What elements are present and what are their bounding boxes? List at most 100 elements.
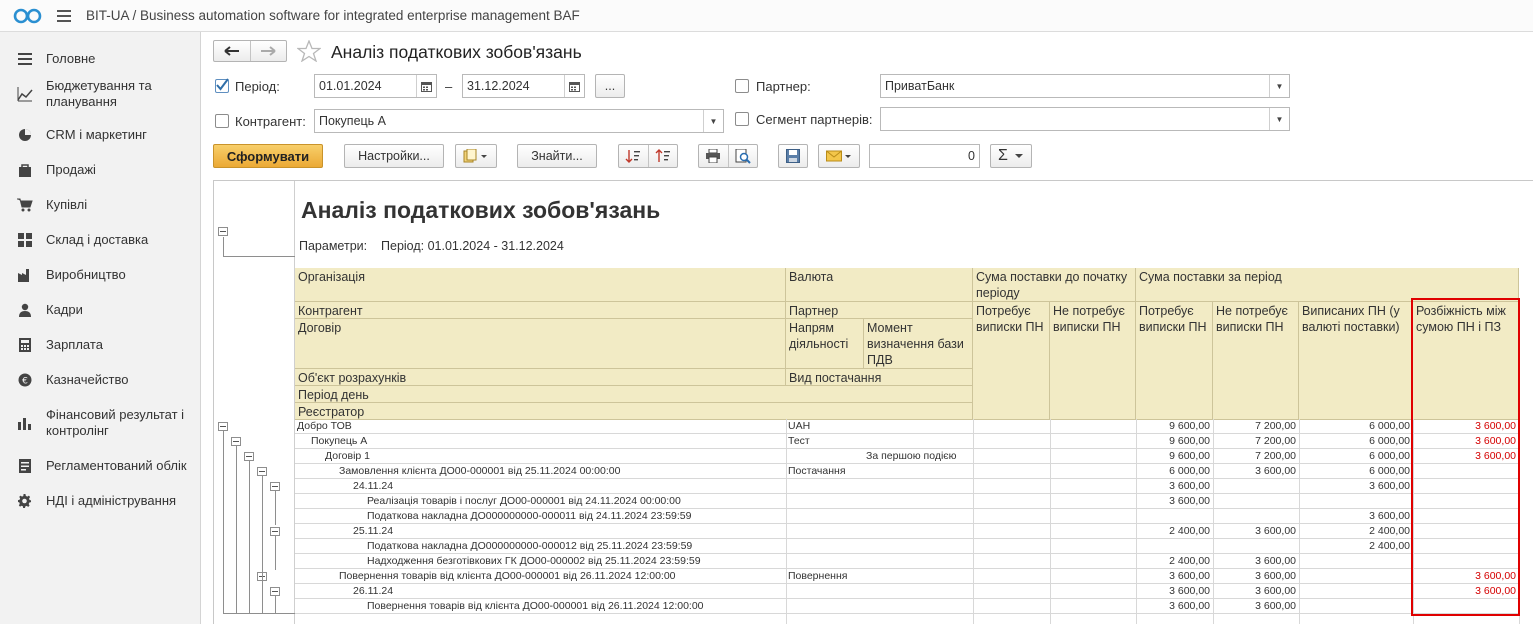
table-cell-v1: 2 400,00: [1169, 555, 1210, 567]
table-cell-c3: [866, 554, 972, 569]
print-buttons: [698, 144, 758, 168]
sidebar-item-label: Склад і доставка: [46, 232, 149, 247]
sidebar-item-purchases[interactable]: Купівлі: [0, 195, 200, 215]
sidebar-item-production[interactable]: Виробництво: [0, 265, 200, 285]
sidebar-item-hr[interactable]: Кадри: [0, 300, 200, 320]
app-logo-icon[interactable]: [13, 6, 43, 26]
table-cell-c2: [788, 524, 864, 539]
sidebar-item-regulated-accounting[interactable]: Регламентований облік: [0, 456, 200, 476]
period-select-button[interactable]: ...: [595, 74, 625, 98]
sidebar-item-label: Казначейство: [46, 372, 129, 387]
chevron-down-icon[interactable]: ▼: [703, 110, 723, 132]
forward-arrow-icon[interactable]: [251, 41, 287, 61]
table-cell-v2: [1213, 479, 1299, 494]
svg-text:€: €: [22, 377, 28, 387]
calendar-icon[interactable]: [416, 75, 436, 97]
date-to-field[interactable]: 31.12.2024: [462, 74, 585, 98]
table-cell-v1: [1136, 509, 1213, 524]
table-cell-name: Договір 1: [325, 450, 371, 462]
back-arrow-icon[interactable]: [214, 41, 251, 61]
segment-field[interactable]: ▼: [880, 107, 1290, 131]
find-button[interactable]: Знайти...: [517, 144, 597, 168]
table-cell-v3: [1299, 569, 1413, 584]
table-cell-v2: 3 600,00: [1255, 585, 1296, 597]
variants-button[interactable]: [455, 144, 497, 168]
table-cell-c2: [788, 479, 864, 494]
collapse-toggle[interactable]: [270, 527, 280, 536]
sidebar: Головне Бюджетування та планування CRM і…: [0, 32, 201, 624]
print-preview-icon[interactable]: [729, 145, 758, 167]
chevron-down-icon[interactable]: ▼: [1269, 108, 1289, 130]
period-label: Період:: [235, 79, 280, 94]
table-row[interactable]: Покупець А Тест 9 600,00 7 200,00 6 000,00 3 …: [295, 434, 1519, 449]
table-row[interactable]: Добро ТОВ UAH 9 600,00 7 200,00 6 000,00 3 60…: [295, 419, 1519, 434]
table-cell-name: 26.11.24: [353, 585, 394, 597]
table-row[interactable]: Податкова накладна ДО000000000-000012 ві…: [295, 539, 1519, 554]
sum-mode-button[interactable]: Σ: [990, 144, 1032, 168]
print-icon[interactable]: [699, 145, 729, 167]
sidebar-item-label: Кадри: [46, 302, 83, 317]
sidebar-item-financial-result[interactable]: Фінансовий результат і контролінг: [0, 406, 200, 440]
partner-field[interactable]: ПриватБанк ▼: [880, 74, 1290, 98]
table-row[interactable]: Податкова накладна ДО000000000-000011 ві…: [295, 509, 1519, 524]
chevron-down-icon[interactable]: ▼: [1269, 75, 1289, 97]
report-sheet[interactable]: Аналіз податкових зобов'язань Параметри:…: [213, 180, 1533, 624]
table-row[interactable]: 24.11.24 3 600,00 3 600,00: [295, 479, 1519, 494]
table-cell-v3: 2 400,00: [1369, 525, 1410, 537]
sidebar-item-label: Бюджетування та планування: [46, 78, 152, 109]
period-checkbox[interactable]: [215, 78, 229, 93]
sort-asc-icon[interactable]: [619, 145, 649, 167]
header-supply-type: Вид постачання: [786, 369, 973, 386]
header-sum-start: Сума поставки до початку періоду: [973, 268, 1136, 302]
table-row[interactable]: 25.11.24 2 400,00 3 600,00 2 400,00: [295, 524, 1519, 539]
sidebar-item-warehouse[interactable]: Склад і доставка: [0, 230, 200, 250]
table-row[interactable]: Замовлення клієнта ДО00-000001 від 25.11…: [295, 464, 1519, 479]
sum-field[interactable]: 0: [869, 144, 980, 168]
document-icon: [17, 458, 33, 474]
generate-button[interactable]: Сформувати: [213, 144, 323, 168]
email-button[interactable]: [818, 144, 860, 168]
sidebar-item-sales[interactable]: Продажі: [0, 160, 200, 180]
save-icon[interactable]: [778, 144, 808, 168]
table-cell-c3: [866, 539, 972, 554]
table-cell-v3: 6 000,00: [1369, 465, 1410, 477]
sort-desc-icon[interactable]: [649, 145, 678, 167]
collapse-toggle[interactable]: [270, 587, 280, 596]
sidebar-item-home[interactable]: Головне: [0, 49, 200, 69]
header-partner: Партнер: [786, 302, 973, 319]
partner-checkbox[interactable]: [735, 79, 749, 93]
favorite-star-icon[interactable]: [296, 39, 322, 65]
header-settlement: Об'єкт розрахунків: [295, 369, 786, 386]
collapse-toggle[interactable]: [218, 422, 228, 431]
collapse-toggle[interactable]: [270, 482, 280, 491]
table-cell-v1: 3 600,00: [1169, 495, 1210, 507]
counterparty-value: Покупець А: [319, 114, 386, 128]
table-row[interactable]: Договір 1 За першою подією 9 600,00 7 200,0…: [295, 449, 1519, 464]
table-cell-v2: 7 200,00: [1255, 435, 1296, 447]
collapse-toggle[interactable]: [231, 437, 241, 446]
table-cell-v3: 2 400,00: [1369, 540, 1410, 552]
shopping-bag-icon: [17, 162, 33, 178]
collapse-toggle[interactable]: [257, 467, 267, 476]
collapse-toggle[interactable]: [218, 227, 228, 236]
counterparty-field[interactable]: Покупець А ▼: [314, 109, 724, 133]
settings-button[interactable]: Настройки...: [344, 144, 444, 168]
table-row[interactable]: 26.11.24 3 600,00 3 600,00 3 600,00: [295, 584, 1519, 599]
calendar-icon[interactable]: [564, 75, 584, 97]
sidebar-item-crm[interactable]: CRM і маркетинг: [0, 125, 200, 145]
table-row[interactable]: Повернення товарів від клієнта ДО00-0000…: [295, 599, 1519, 614]
table-cell-c2: [788, 554, 864, 569]
table-row[interactable]: Повернення товарів від клієнта ДО00-0000…: [295, 569, 1519, 584]
table-row[interactable]: Реалізація товарів і послуг ДО00-000001 …: [295, 494, 1519, 509]
counterparty-checkbox[interactable]: [215, 114, 229, 128]
date-from-field[interactable]: 01.01.2024: [314, 74, 437, 98]
main-menu-icon[interactable]: [57, 9, 71, 22]
sidebar-item-label: CRM і маркетинг: [46, 127, 147, 142]
sidebar-item-admin[interactable]: НДІ і адміністрування: [0, 491, 200, 511]
sidebar-item-salary[interactable]: Зарплата: [0, 335, 200, 355]
sidebar-item-budgeting[interactable]: Бюджетування та планування: [0, 77, 200, 111]
table-row[interactable]: Надходження безготівкових ГК ДО00-000002…: [295, 554, 1519, 569]
sidebar-item-treasury[interactable]: € Казначейство: [0, 370, 200, 390]
segment-checkbox[interactable]: [735, 112, 749, 126]
collapse-toggle[interactable]: [244, 452, 254, 461]
